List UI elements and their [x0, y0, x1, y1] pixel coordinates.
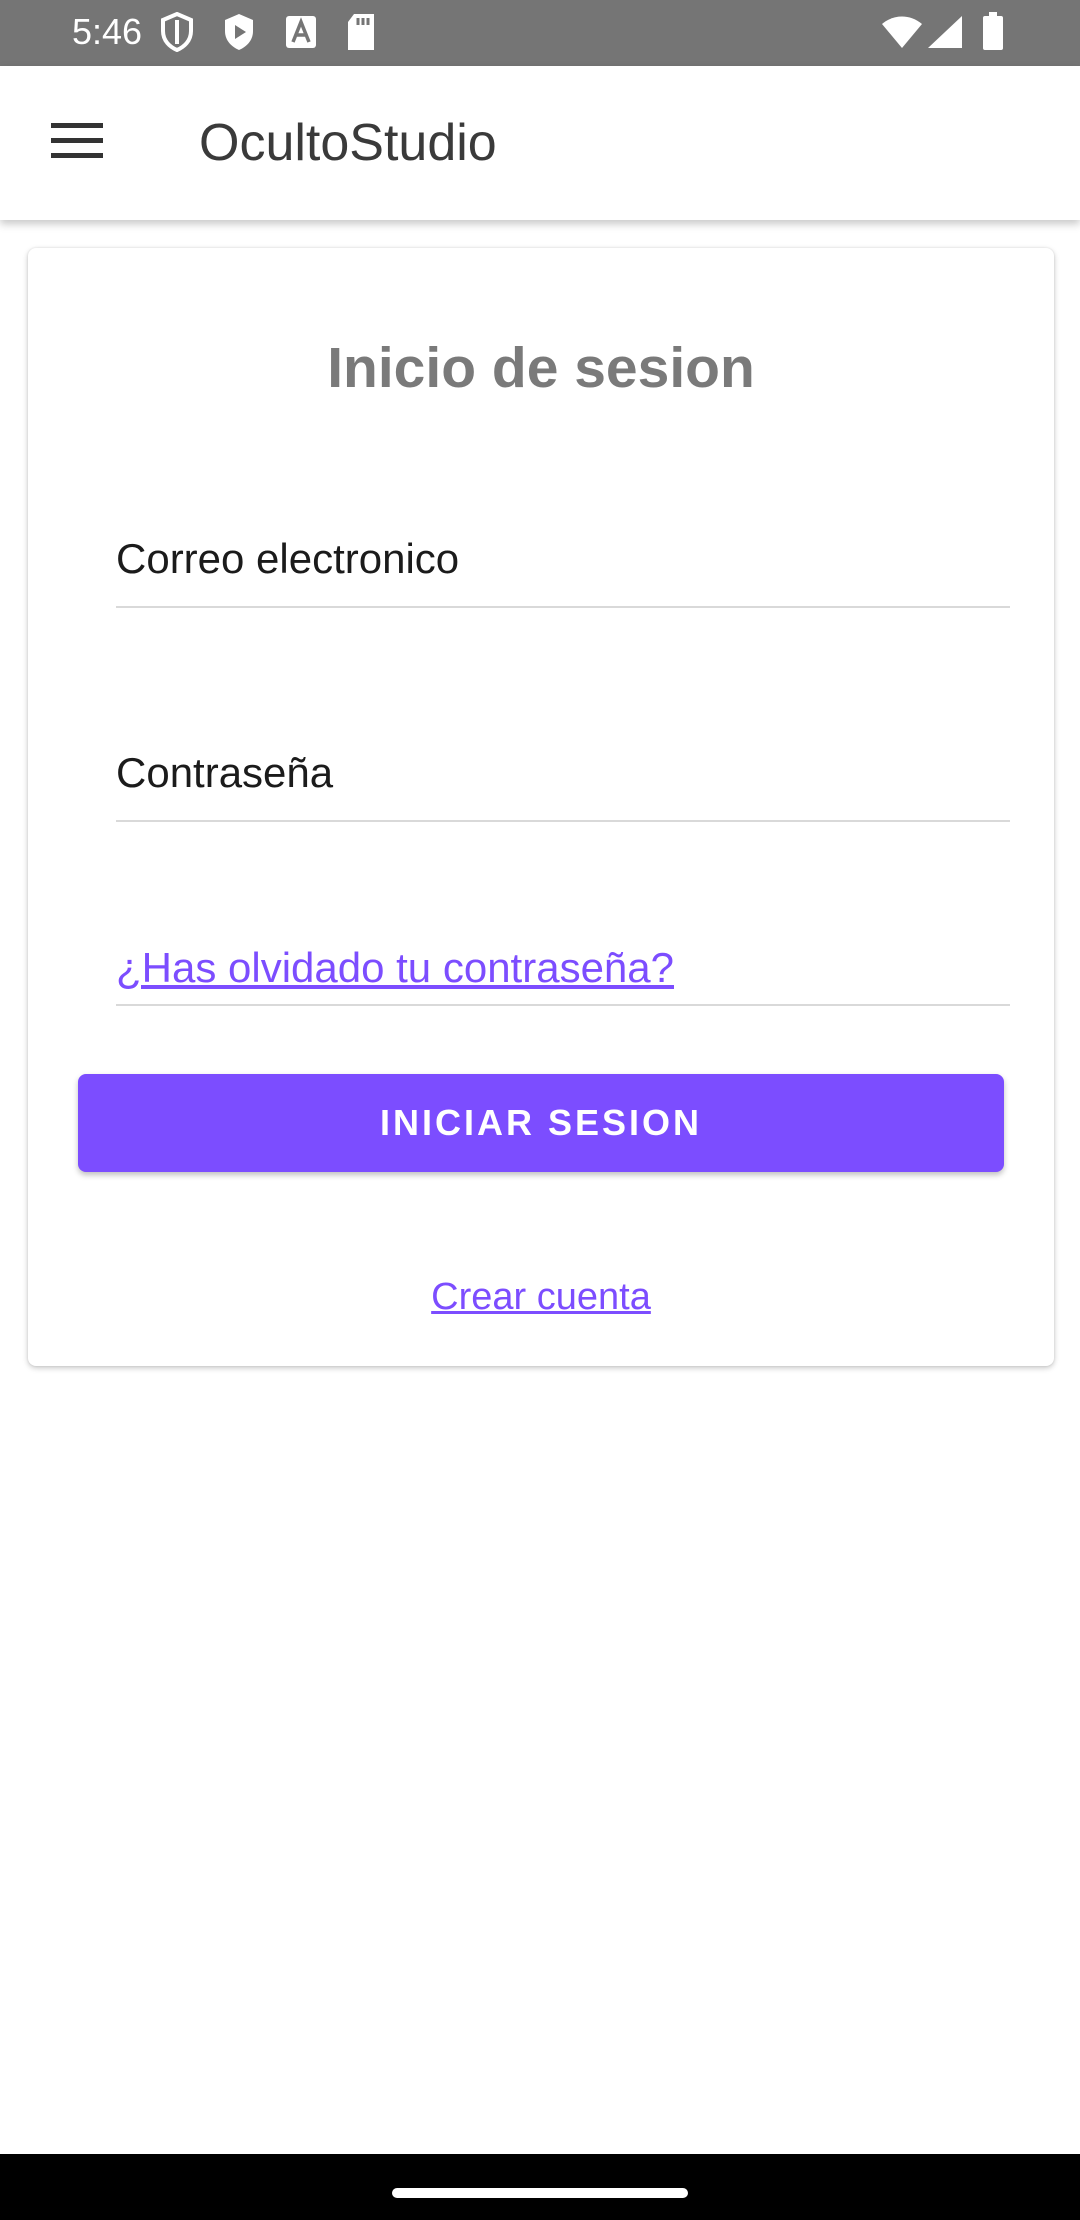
- hamburger-menu-icon: [51, 122, 103, 164]
- navigation-bar: [0, 2154, 1080, 2220]
- shield-outline-icon: [160, 11, 194, 57]
- play-shield-icon: [222, 12, 256, 57]
- font-a-icon: [284, 12, 318, 57]
- password-field[interactable]: Contraseña: [116, 742, 1010, 822]
- cellular-signal-icon: [926, 14, 964, 55]
- status-time: 5:46: [72, 11, 143, 52]
- battery-icon: [982, 12, 1004, 55]
- create-account-row: Crear cuenta: [28, 1272, 1054, 1322]
- forgot-password-link[interactable]: ¿Has olvidado tu contraseña?: [116, 940, 674, 996]
- login-card: Inicio de sesion Correo electronico Cont…: [28, 248, 1054, 1366]
- hamburger-menu-button[interactable]: [36, 110, 118, 176]
- login-button[interactable]: INICIAR SESION: [78, 1074, 1004, 1172]
- email-field[interactable]: Correo electronico: [116, 528, 1010, 608]
- email-field-label: Correo electronico: [116, 535, 460, 582]
- sd-card-icon: [344, 12, 378, 57]
- create-account-link[interactable]: Crear cuenta: [431, 1276, 651, 1318]
- login-title: Inicio de sesion: [327, 336, 755, 400]
- home-gesture-handle[interactable]: [392, 2188, 688, 2198]
- app-title: OcultoStudio: [199, 114, 497, 172]
- forgot-password-row: ¿Has olvidado tu contraseña?: [116, 940, 1010, 1006]
- app-bar: OcultoStudio: [0, 66, 1080, 220]
- wifi-icon: [880, 14, 924, 55]
- password-field-label: Contraseña: [116, 749, 334, 796]
- status-bar: 5:46: [0, 0, 1080, 66]
